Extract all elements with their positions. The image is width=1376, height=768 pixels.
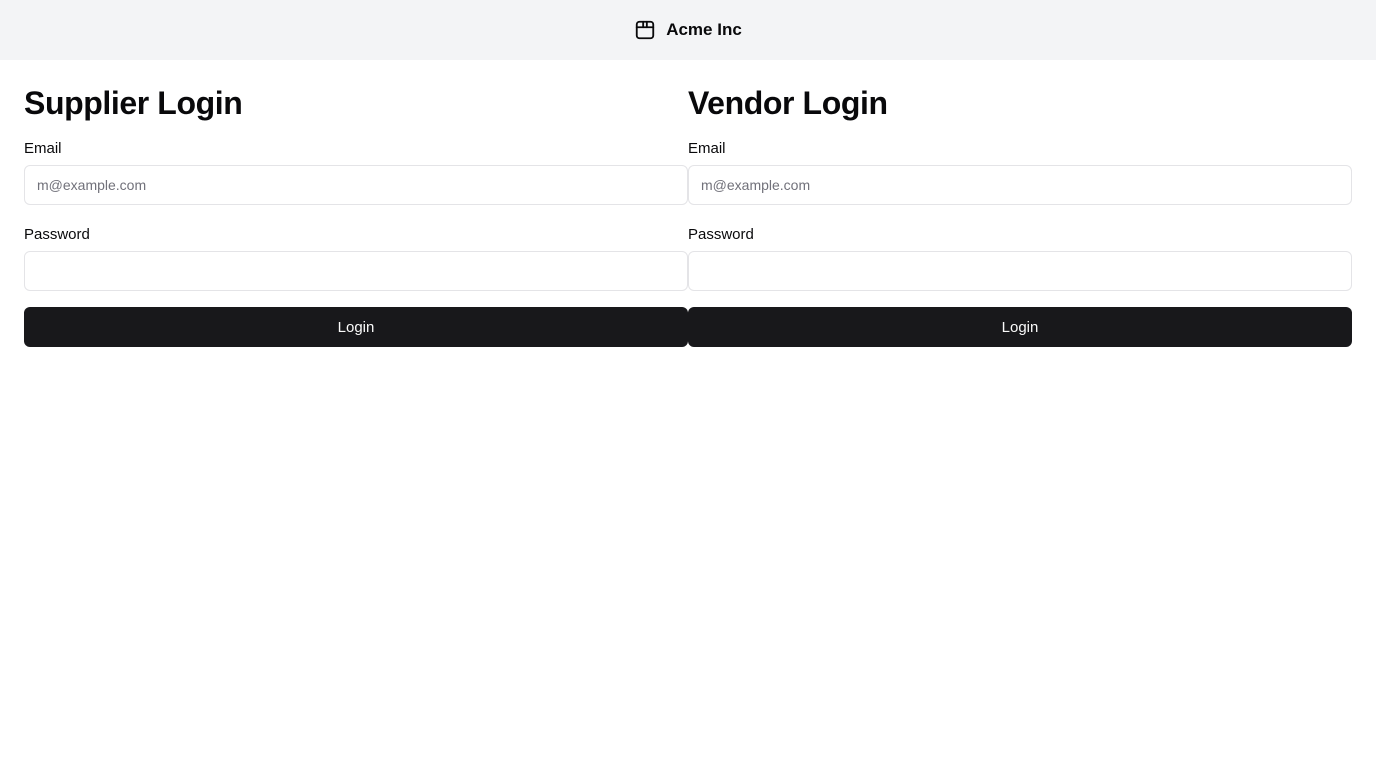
vendor-login-panel: Vendor Login Email Password Login	[688, 84, 1352, 347]
supplier-login-panel: Supplier Login Email Password Login	[24, 84, 688, 347]
vendor-email-label: Email	[688, 140, 726, 157]
top-bar: Acme Inc	[0, 0, 1376, 60]
vendor-login-button[interactable]: Login	[688, 307, 1352, 347]
vendor-login-title: Vendor Login	[688, 85, 888, 121]
supplier-email-label: Email	[24, 140, 62, 157]
vendor-email-input[interactable]	[688, 165, 1352, 205]
supplier-password-label: Password	[24, 226, 90, 243]
supplier-email-input[interactable]	[24, 165, 688, 205]
package-icon	[634, 19, 656, 41]
login-forms: Supplier Login Email Password Login Vend…	[0, 60, 1376, 347]
supplier-login-title: Supplier Login	[24, 85, 243, 121]
supplier-login-button[interactable]: Login	[24, 307, 688, 347]
vendor-password-label: Password	[688, 226, 754, 243]
supplier-password-input[interactable]	[24, 251, 688, 291]
brand-name[interactable]: Acme Inc	[666, 20, 742, 40]
vendor-password-input[interactable]	[688, 251, 1352, 291]
